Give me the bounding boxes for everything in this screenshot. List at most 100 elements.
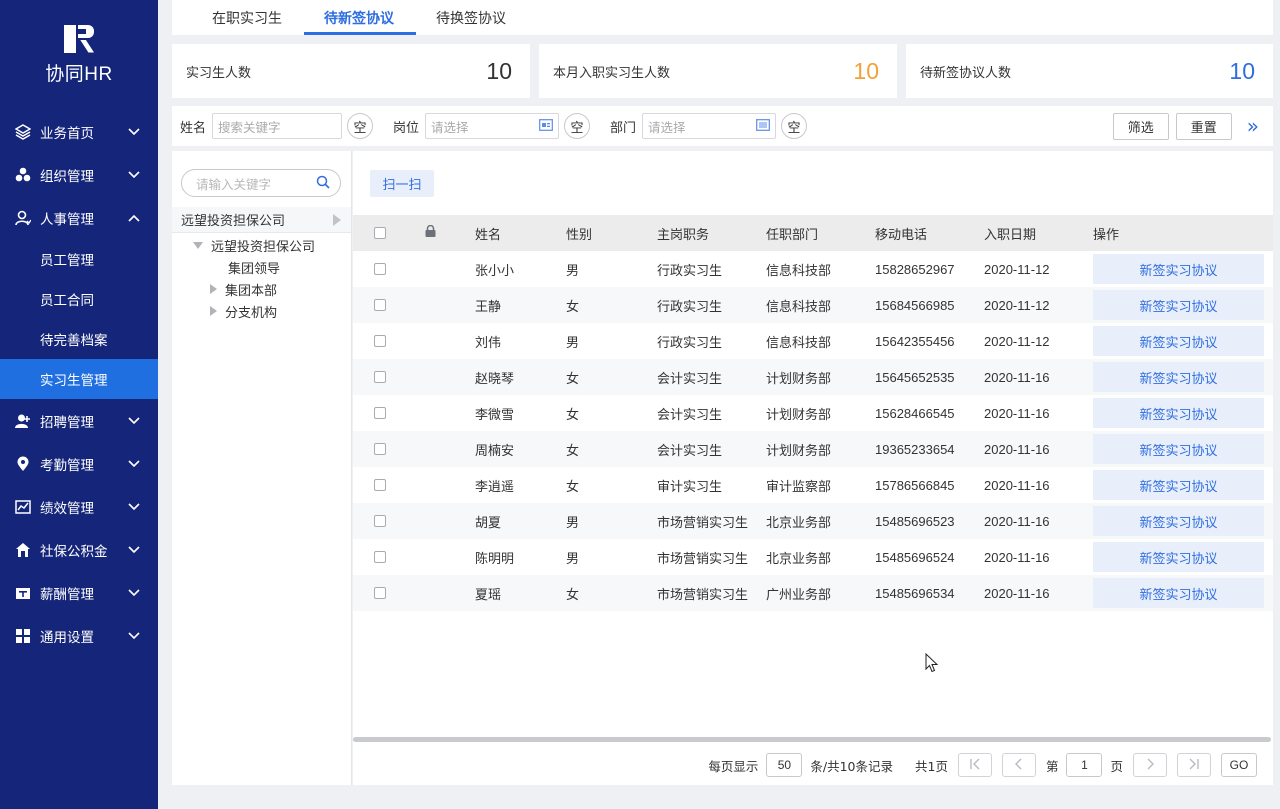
expand-filters-icon[interactable]: »	[1247, 114, 1259, 138]
header-phone[interactable]: 移动电话	[875, 224, 984, 243]
position-select[interactable]: 请选择	[425, 113, 560, 139]
header-date[interactable]: 入职日期	[984, 224, 1093, 243]
cell-dept: 信息科技部	[766, 263, 832, 279]
new-intern-agreement-button[interactable]: 新签实习协议	[1093, 326, 1264, 356]
table-row[interactable]: 李逍遥 女 审计实习生 审计监察部 15786566845 2020-11-16 新签实习协…	[353, 467, 1273, 503]
header-sex[interactable]: 性别	[566, 224, 657, 243]
sidebar-subitem-contracts[interactable]: 员工合同	[0, 279, 158, 319]
select-all-checkbox[interactable]	[374, 227, 386, 239]
cell-operation: 新签实习协议	[1093, 362, 1264, 392]
stat-value: 10	[1229, 57, 1255, 84]
new-intern-agreement-button[interactable]: 新签实习协议	[1093, 254, 1264, 284]
header-position[interactable]: 主岗职务	[657, 224, 766, 243]
sidebar-item-recruit[interactable]: 招聘管理	[0, 399, 158, 442]
filter-button[interactable]: 筛选	[1112, 112, 1169, 140]
clear-dept-button[interactable]: 空	[781, 113, 808, 139]
next-page-button[interactable]	[1133, 753, 1167, 777]
sidebar-subitem-interns[interactable]: 实习生管理	[0, 359, 158, 399]
cell-operation: 新签实习协议	[1093, 434, 1264, 464]
new-intern-agreement-button[interactable]: 新签实习协议	[1093, 398, 1264, 428]
go-button[interactable]: GO	[1221, 753, 1257, 777]
reset-button[interactable]: 重置	[1175, 112, 1232, 140]
cell-date: 2020-11-16	[984, 441, 1050, 457]
caret-right-icon[interactable]	[210, 306, 217, 316]
sidebar-subitem-incomplete-files[interactable]: 待完善档案	[0, 319, 158, 359]
header-name[interactable]: 姓名	[475, 224, 566, 243]
clear-name-button[interactable]: 空	[347, 113, 374, 139]
row-checkbox[interactable]	[374, 587, 386, 599]
scan-button[interactable]: 扫一扫	[370, 170, 434, 197]
caret-right-icon[interactable]	[333, 214, 341, 226]
org-icon	[14, 166, 32, 184]
new-intern-agreement-button[interactable]: 新签实习协议	[1093, 506, 1264, 536]
clear-position-button[interactable]: 空	[564, 113, 591, 139]
new-intern-agreement-button[interactable]: 新签实习协议	[1093, 470, 1264, 500]
tree-root[interactable]: 远望投资担保公司	[172, 207, 351, 233]
sidebar-item-org[interactable]: 组织管理	[0, 153, 158, 196]
tree-node[interactable]: 分支机构	[172, 300, 351, 322]
sidebar-item-settings[interactable]: 通用设置	[0, 614, 158, 657]
prev-page-button[interactable]	[1001, 753, 1036, 777]
new-intern-agreement-button[interactable]: 新签实习协议	[1093, 290, 1264, 320]
chevron-down-icon	[128, 169, 140, 181]
tab-active-interns[interactable]: 在职实习生	[192, 0, 304, 35]
table-row[interactable]: 赵晓琴 女 会计实习生 计划财务部 15645652535 2020-11-16 新签实习协…	[353, 359, 1273, 395]
row-checkbox[interactable]	[374, 551, 386, 563]
table-row[interactable]: 张小小 男 行政实习生 信息科技部 15828652967 2020-11-12 新签实习协…	[353, 251, 1273, 287]
name-search-input[interactable]: 搜索关键字	[212, 113, 343, 139]
sidebar-item-home[interactable]: 业务首页	[0, 110, 158, 153]
row-checkbox[interactable]	[374, 371, 386, 383]
cell-phone: 15485696523	[875, 513, 955, 529]
table-row[interactable]: 李微雪 女 会计实习生 计划财务部 15628466545 2020-11-16 新签实习协…	[353, 395, 1273, 431]
table-row[interactable]: 陈明明 男 市场营销实习生 北京业务部 15485696524 2020-11-16 新签实…	[353, 539, 1273, 575]
tab-pending-renewal-agreement[interactable]: 待换签协议	[416, 0, 528, 35]
new-intern-agreement-button[interactable]: 新签实习协议	[1093, 362, 1264, 392]
sidebar-item-hr[interactable]: 人事管理	[0, 196, 158, 239]
row-checkbox[interactable]	[374, 299, 386, 311]
tree-node-label: 集团领导	[228, 261, 281, 277]
table-row[interactable]: 胡夏 男 市场营销实习生 北京业务部 15485696523 2020-11-16 新签实习…	[353, 503, 1273, 539]
cell-dept: 计划财务部	[766, 371, 832, 387]
table-row[interactable]: 王静 女 行政实习生 信息科技部 15684566985 2020-11-12 新签实习协议	[353, 287, 1273, 323]
row-checkbox[interactable]	[374, 335, 386, 347]
table-row[interactable]: 周楠安 女 会计实习生 计划财务部 19365233654 2020-11-16 新签实习协…	[353, 431, 1273, 467]
tree-node-label: 集团本部	[225, 283, 278, 299]
row-select-cell	[353, 263, 425, 275]
sidebar-item-payroll[interactable]: 薪酬管理	[0, 571, 158, 614]
new-intern-agreement-button[interactable]: 新签实习协议	[1093, 578, 1264, 608]
row-checkbox[interactable]	[374, 443, 386, 455]
tree-node[interactable]: 集团本部	[172, 278, 351, 300]
last-page-button[interactable]	[1177, 753, 1211, 777]
org-chart-icon	[756, 118, 770, 134]
row-checkbox[interactable]	[374, 407, 386, 419]
row-checkbox[interactable]	[374, 479, 386, 491]
tab-pending-new-agreement[interactable]: 待新签协议	[304, 0, 416, 35]
tree-search-input[interactable]: 请输入关键字	[181, 169, 341, 197]
search-icon[interactable]	[316, 175, 330, 192]
caret-down-icon[interactable]	[193, 241, 203, 249]
row-checkbox[interactable]	[374, 515, 386, 527]
cell-sex: 女	[566, 443, 580, 459]
tree-node[interactable]: 远望投资担保公司	[172, 234, 351, 256]
table-row[interactable]: 刘伟 男 行政实习生 信息科技部 15642355456 2020-11-12 新签实习协议	[353, 323, 1273, 359]
wallet-icon	[14, 584, 32, 602]
sidebar-item-attendance[interactable]: 考勤管理	[0, 442, 158, 485]
caret-right-icon[interactable]	[210, 284, 217, 294]
cell-operation: 新签实习协议	[1093, 470, 1264, 500]
header-dept[interactable]: 任职部门	[766, 224, 875, 243]
page-number-input[interactable]: 1	[1066, 753, 1103, 777]
row-checkbox[interactable]	[374, 263, 386, 275]
table-row[interactable]: 夏瑶 女 市场营销实习生 广州业务部 15485696534 2020-11-16 新签实习…	[353, 575, 1273, 611]
new-intern-agreement-button[interactable]: 新签实习协议	[1093, 434, 1264, 464]
row-select-cell	[353, 335, 425, 347]
first-page-button[interactable]	[957, 753, 992, 777]
tree-node[interactable]: 集团领导	[172, 256, 351, 278]
sidebar-item-performance[interactable]: 绩效管理	[0, 485, 158, 528]
new-intern-agreement-button[interactable]: 新签实习协议	[1093, 542, 1264, 572]
sidebar-item-social-security[interactable]: 社保公积金	[0, 528, 158, 571]
logo[interactable]: 协同HR	[0, 0, 158, 110]
horizontal-scrollbar[interactable]	[353, 737, 1271, 742]
per-page-input[interactable]: 50	[766, 753, 803, 777]
dept-select[interactable]: 请选择	[642, 113, 777, 139]
sidebar-subitem-employees[interactable]: 员工管理	[0, 239, 158, 279]
